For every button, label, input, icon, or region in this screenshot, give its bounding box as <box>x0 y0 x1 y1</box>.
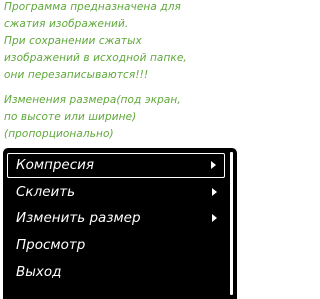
app-screen: Программа предназначена для сжатия изобр… <box>0 0 240 299</box>
resize-note-line: по высоте или ширине) <box>4 111 137 123</box>
menu-item-view[interactable]: Просмотр <box>7 233 225 258</box>
menu-item-label: Склеить <box>16 184 76 200</box>
info-text-area: Программа предназначена для сжатия изобр… <box>0 0 240 148</box>
description-line: При сохранении сжатых <box>4 35 142 47</box>
menu-scrollbar[interactable] <box>230 152 233 295</box>
description-line: сжатия изображений. <box>4 18 129 30</box>
menu-item-merge[interactable]: Склеить <box>7 180 225 205</box>
resize-note-line: (пропорционально) <box>4 128 114 140</box>
menu-item-label: Просмотр <box>16 237 86 253</box>
menu-item-label: Компресия <box>16 157 95 173</box>
chevron-right-icon <box>212 214 217 222</box>
menu-item-exit[interactable]: Выход <box>7 260 225 285</box>
description-line: изображений в исходной папке, <box>4 52 187 64</box>
description-paragraph: Программа предназначена для сжатия изобр… <box>4 0 238 84</box>
menu-item-compression[interactable]: Компресия <box>7 153 225 178</box>
menu-item-label: Изменить размер <box>16 210 141 226</box>
resize-note-line: Изменения размера(под экран, <box>4 94 181 106</box>
description-line: они перезаписываются!!! <box>4 69 149 81</box>
options-menu: Компресия Склеить Изменить размер Просмо… <box>3 148 237 299</box>
resize-note-paragraph: Изменения размера(под экран, по высоте и… <box>4 92 238 143</box>
chevron-right-icon <box>212 188 217 196</box>
chevron-right-icon <box>211 161 216 169</box>
description-line: Программа предназначена для <box>4 1 181 13</box>
menu-item-label: Выход <box>16 264 62 280</box>
menu-item-resize[interactable]: Изменить размер <box>7 206 225 231</box>
